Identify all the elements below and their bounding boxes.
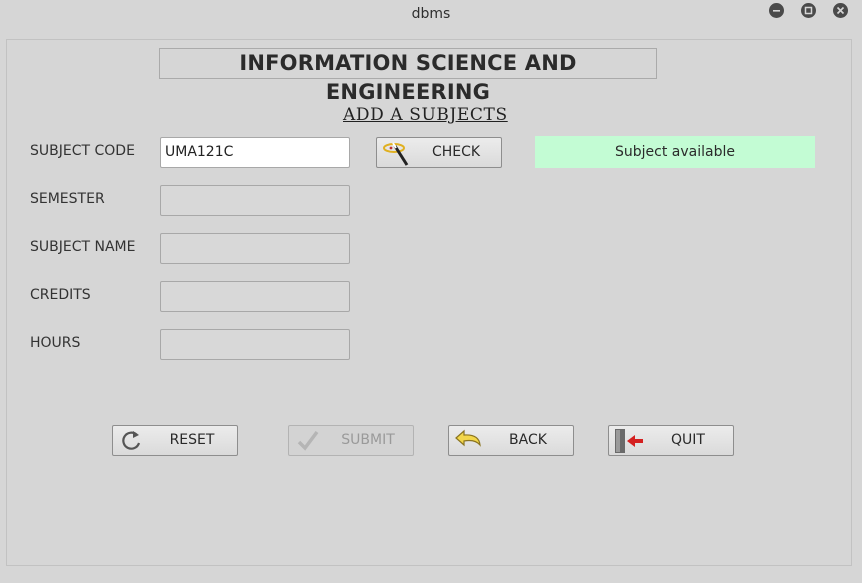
back-arrow-icon — [453, 428, 483, 454]
subject-code-label: SUBJECT CODE — [30, 143, 135, 159]
minimize-button[interactable] — [769, 3, 784, 18]
reset-button[interactable]: RESET — [112, 425, 238, 456]
submit-button[interactable]: SUBMIT — [288, 425, 414, 456]
reset-icon — [117, 428, 147, 454]
quit-button[interactable]: QUIT — [608, 425, 734, 456]
subject-name-field[interactable] — [160, 233, 350, 264]
magic-wand-icon — [381, 140, 411, 166]
form-subtitle: ADD A SUBJECTS — [343, 105, 508, 125]
subject-code-field[interactable]: UMA121C — [160, 137, 350, 168]
semester-label: SEMESTER — [30, 191, 105, 207]
credits-label: CREDITS — [30, 287, 91, 303]
reset-button-label: RESET — [169, 432, 215, 448]
check-button[interactable]: CHECK — [376, 137, 502, 168]
window-title: dbms — [411, 6, 451, 22]
credits-field[interactable] — [160, 281, 350, 312]
maximize-icon — [804, 6, 813, 15]
hours-label: HOURS — [30, 335, 81, 351]
maximize-button[interactable] — [801, 3, 816, 18]
hours-field[interactable] — [160, 329, 350, 360]
back-button-label: BACK — [509, 432, 547, 448]
close-button[interactable] — [833, 3, 848, 18]
close-icon — [836, 6, 845, 15]
semester-field[interactable] — [160, 185, 350, 216]
back-button[interactable]: BACK — [448, 425, 574, 456]
check-button-label: CHECK — [431, 144, 481, 160]
window-titlebar: dbms — [0, 0, 862, 32]
submit-button-label: SUBMIT — [341, 432, 395, 448]
exit-door-icon — [613, 428, 643, 454]
minimize-icon — [773, 10, 780, 12]
quit-button-label: QUIT — [671, 432, 705, 448]
checkmark-icon — [293, 428, 323, 454]
page-title: INFORMATION SCIENCE AND ENGINEERING — [159, 48, 657, 104]
subject-name-label: SUBJECT NAME — [30, 239, 136, 255]
availability-status: Subject available — [535, 136, 815, 168]
